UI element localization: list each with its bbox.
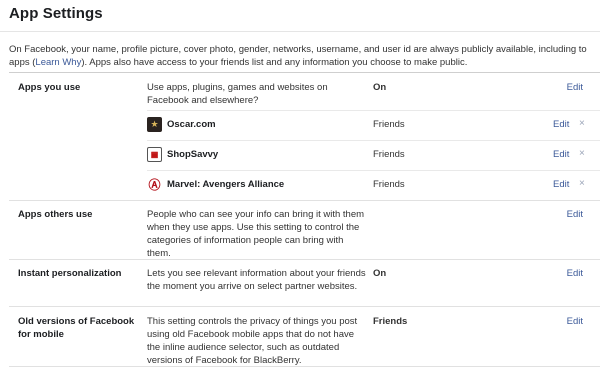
page-title: App Settings	[9, 5, 103, 22]
app-row-divider	[147, 110, 600, 111]
title-divider	[0, 31, 600, 32]
section-divider	[9, 72, 600, 73]
old-versions-edit-link[interactable]: Edit	[567, 315, 583, 328]
app-edit-link[interactable]: Edit	[553, 149, 569, 160]
app-name: Marvel: Avengers Alliance	[167, 179, 285, 190]
apps-you-use-label: Apps you use	[18, 82, 81, 93]
learn-why-link[interactable]: Learn Why	[35, 57, 81, 68]
app-audience-setting: Friends	[373, 149, 405, 160]
section-divider	[9, 366, 600, 367]
shopsavvy-app-icon: ▦	[147, 147, 162, 162]
apps-you-use-setting: On	[373, 82, 387, 93]
app-audience-setting: Friends	[373, 179, 405, 190]
app-settings-page: App Settings On Facebook, your name, pro…	[0, 0, 600, 371]
remove-app-icon[interactable]: ×	[579, 178, 585, 189]
instant-personalization-label: Instant personalization	[18, 268, 122, 279]
app-edit-link[interactable]: Edit	[553, 179, 569, 190]
old-versions-setting: Friends	[373, 316, 408, 327]
app-row-divider	[147, 170, 600, 171]
marvel-app-icon: Ⓐ	[147, 177, 162, 192]
app-row-marvel: Ⓐ Marvel: Avengers Alliance Friends Edit…	[147, 177, 600, 193]
apps-others-use-edit-link[interactable]: Edit	[567, 208, 583, 221]
apps-others-use-description: People who can see your info can bring i…	[147, 209, 365, 259]
apps-you-use-description: Use apps, plugins, games and websites on…	[147, 82, 328, 106]
instant-personalization-setting: On	[373, 268, 387, 279]
apps-you-use-edit-link[interactable]: Edit	[567, 81, 583, 94]
remove-app-icon[interactable]: ×	[579, 148, 585, 159]
app-name: ShopSavvy	[167, 149, 219, 160]
section-divider	[9, 259, 600, 260]
oscar-app-icon: ★	[147, 117, 162, 132]
old-versions-label: Old versions of Facebook for mobile	[18, 316, 135, 340]
app-edit-link[interactable]: Edit	[553, 119, 569, 130]
app-row-divider	[147, 140, 600, 141]
app-row-oscar: ★ Oscar.com Friends Edit ×	[147, 117, 600, 133]
app-row-shopsavvy: ▦ ShopSavvy Friends Edit ×	[147, 147, 600, 163]
app-audience-setting: Friends	[373, 119, 405, 130]
section-divider	[9, 306, 600, 307]
intro-text-after: ). Apps also have access to your friends…	[81, 57, 468, 68]
app-name: Oscar.com	[167, 119, 216, 130]
old-versions-description: This setting controls the privacy of thi…	[147, 316, 358, 366]
instant-personalization-description: Lets you see relevant information about …	[147, 268, 366, 292]
instant-personalization-edit-link[interactable]: Edit	[567, 267, 583, 280]
apps-others-use-label: Apps others use	[18, 209, 93, 220]
remove-app-icon[interactable]: ×	[579, 118, 585, 129]
intro-text: On Facebook, your name, profile picture,…	[9, 43, 589, 69]
section-divider	[9, 200, 600, 201]
